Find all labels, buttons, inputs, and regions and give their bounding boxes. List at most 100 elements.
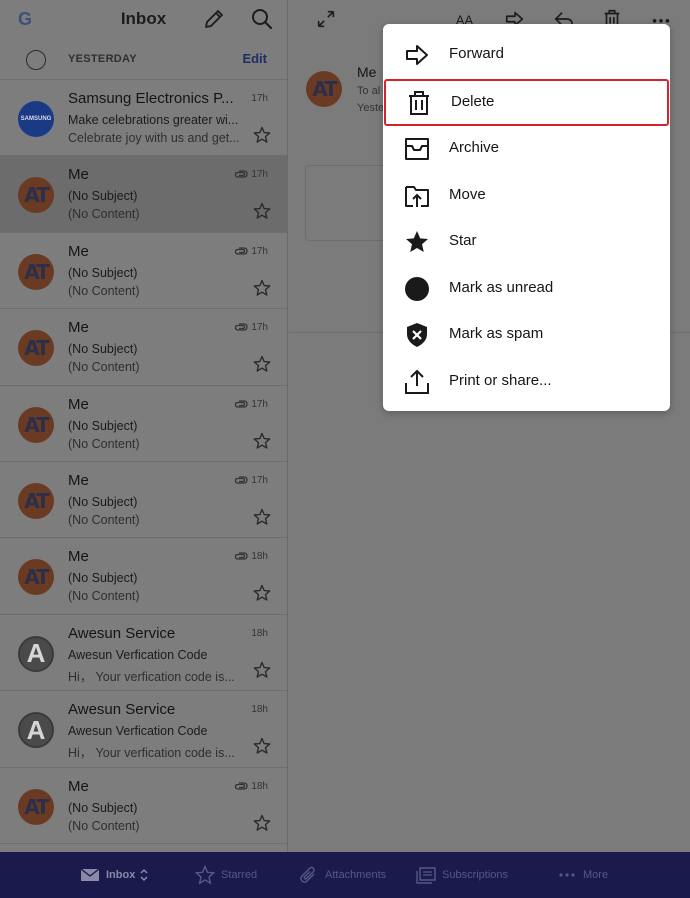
sender-name: Me	[68, 242, 89, 260]
star-toggle-icon[interactable]	[253, 202, 271, 220]
attachment-icon	[234, 170, 248, 179]
star-toggle-icon[interactable]	[253, 737, 271, 755]
message-row[interactable]: AT Me (No Subject) (No Content) 17h	[0, 156, 287, 233]
nav-label: Attachments	[325, 869, 387, 881]
edit-button[interactable]: Edit	[242, 51, 267, 66]
message-subject: Awesun Verfication Code	[68, 647, 208, 662]
reader-sender: Me	[357, 64, 377, 80]
star-toggle-icon[interactable]	[253, 508, 271, 526]
section-label: YESTERDAY	[68, 53, 137, 65]
menu-item-archive[interactable]: Archive	[383, 125, 670, 172]
message-row[interactable]: AT Me (No Subject) (No Content) 18h	[0, 538, 287, 615]
sender-avatar: AT	[18, 559, 54, 596]
star-toggle-icon[interactable]	[253, 661, 271, 679]
message-preview: Hi， Your verfication code is...	[68, 746, 235, 761]
share-icon	[405, 369, 429, 394]
menu-item-print-share[interactable]: Print or share...	[383, 358, 670, 405]
sort-chevron-icon	[140, 868, 148, 882]
star-outline-icon	[195, 865, 215, 885]
reader-recipient: To al	[357, 85, 381, 97]
more-dots-icon	[559, 873, 575, 877]
sender-avatar: AT	[18, 330, 54, 367]
attachment-icon	[234, 323, 248, 331]
star-toggle-icon[interactable]	[253, 814, 271, 832]
message-preview: (No Content)	[68, 207, 140, 222]
message-row[interactable]: AT Me (No Subject) (No Content) 17h	[0, 462, 287, 539]
star-toggle-icon[interactable]	[253, 355, 271, 373]
nav-more[interactable]: More	[557, 865, 608, 885]
message-time: 18h	[251, 627, 268, 639]
message-row[interactable]: A Awesun Service Awesun Verfication Code Hi…	[0, 691, 287, 768]
expand-icon[interactable]	[315, 8, 337, 30]
nav-subscriptions[interactable]: Subscriptions	[416, 865, 508, 885]
message-time: 18h	[251, 551, 268, 563]
menu-item-mark-spam[interactable]: Mark as spam	[383, 311, 670, 358]
message-row[interactable]: SAMSUNG Samsung Electronics P... Make cele…	[0, 80, 287, 157]
subscriptions-icon	[416, 867, 436, 884]
avatar-text: AT	[24, 259, 50, 284]
message-row[interactable]: AT Me (No Subject) (No Content) 17h	[0, 309, 287, 386]
star-toggle-icon[interactable]	[253, 432, 271, 450]
star-toggle-icon[interactable]	[253, 126, 271, 144]
sender-avatar: A	[18, 712, 54, 749]
menu-item-mark-unread[interactable]: Mark as unread	[383, 265, 670, 312]
avatar-text: AT	[24, 336, 50, 361]
unread-dot-icon	[405, 277, 429, 301]
nav-inbox[interactable]: Inbox	[80, 865, 155, 885]
message-time: 17h	[251, 398, 268, 410]
message-subject: Make celebrations greater wi...	[68, 113, 239, 127]
message-preview: Hi， Your verfication code is...	[68, 669, 235, 684]
star-toggle-icon[interactable]	[253, 584, 271, 602]
message-row[interactable]: AT Me (No Subject) (No Content) 17h	[0, 233, 287, 310]
message-time: 17h	[251, 93, 268, 104]
sender-name: Me	[68, 319, 89, 337]
message-subject: (No Subject)	[68, 418, 138, 433]
message-time: 17h	[251, 169, 268, 181]
forward-icon	[406, 45, 428, 65]
menu-item-move[interactable]: Move	[383, 172, 670, 219]
menu-item-star[interactable]: Star	[383, 218, 670, 265]
message-preview: (No Content)	[68, 360, 140, 375]
message-time: 17h	[251, 322, 268, 334]
message-row[interactable]: AT Me (No Subject) (No Content) 17h	[0, 386, 287, 462]
menu-item-delete[interactable]: Delete	[384, 79, 669, 126]
nav-label: Inbox	[106, 869, 136, 881]
message-time: 18h	[251, 704, 268, 716]
menu-item-label: Forward	[449, 45, 505, 62]
message-preview: (No Content)	[68, 818, 140, 833]
sender-avatar: AT	[18, 406, 54, 443]
select-all-checkbox[interactable]	[26, 50, 46, 70]
sender-avatar: AT	[18, 788, 54, 825]
menu-item-label: Print or share...	[449, 372, 552, 389]
nav-attachments[interactable]: Attachments	[299, 865, 386, 885]
attachment-icon	[234, 781, 248, 790]
message-subject: (No Subject)	[68, 189, 138, 204]
sender-name: Samsung Electronics P...	[68, 90, 234, 107]
avatar-text: A	[26, 714, 46, 745]
message-actions-menu: Forward Delete Archive Move Star Mark as…	[383, 24, 670, 411]
sender-avatar: SAMSUNG	[18, 101, 54, 137]
attachment-icon	[234, 476, 248, 484]
reader-avatar-text: AT	[312, 77, 338, 101]
sender-name: Me	[68, 548, 89, 566]
attachment-icon	[234, 247, 248, 255]
star-icon	[406, 231, 428, 252]
message-row[interactable]: A Awesun Service Awesun Verfication Code Hi…	[0, 615, 287, 692]
reader-content-box	[305, 165, 395, 241]
message-subject: (No Subject)	[68, 265, 138, 280]
message-list-pane: G Inbox YESTERDAY Edit SAMSUNG Samsung El…	[0, 0, 288, 852]
message-row[interactable]: AT Me (No Subject) (No Content) 18h	[0, 768, 287, 844]
menu-item-forward[interactable]: Forward	[383, 31, 670, 78]
avatar-text: AT	[24, 183, 50, 208]
move-icon	[405, 186, 429, 207]
menu-item-label: Archive	[449, 139, 500, 156]
sender-name: Me	[68, 166, 89, 184]
avatar-text: AT	[24, 412, 50, 437]
search-icon[interactable]	[250, 7, 274, 31]
avatar-text: SAMSUNG	[20, 116, 52, 122]
nav-starred[interactable]: Starred	[195, 865, 257, 885]
message-time: 17h	[251, 245, 268, 257]
star-toggle-icon[interactable]	[253, 279, 271, 297]
sender-avatar: AT	[18, 177, 54, 214]
compose-icon[interactable]	[202, 7, 226, 31]
